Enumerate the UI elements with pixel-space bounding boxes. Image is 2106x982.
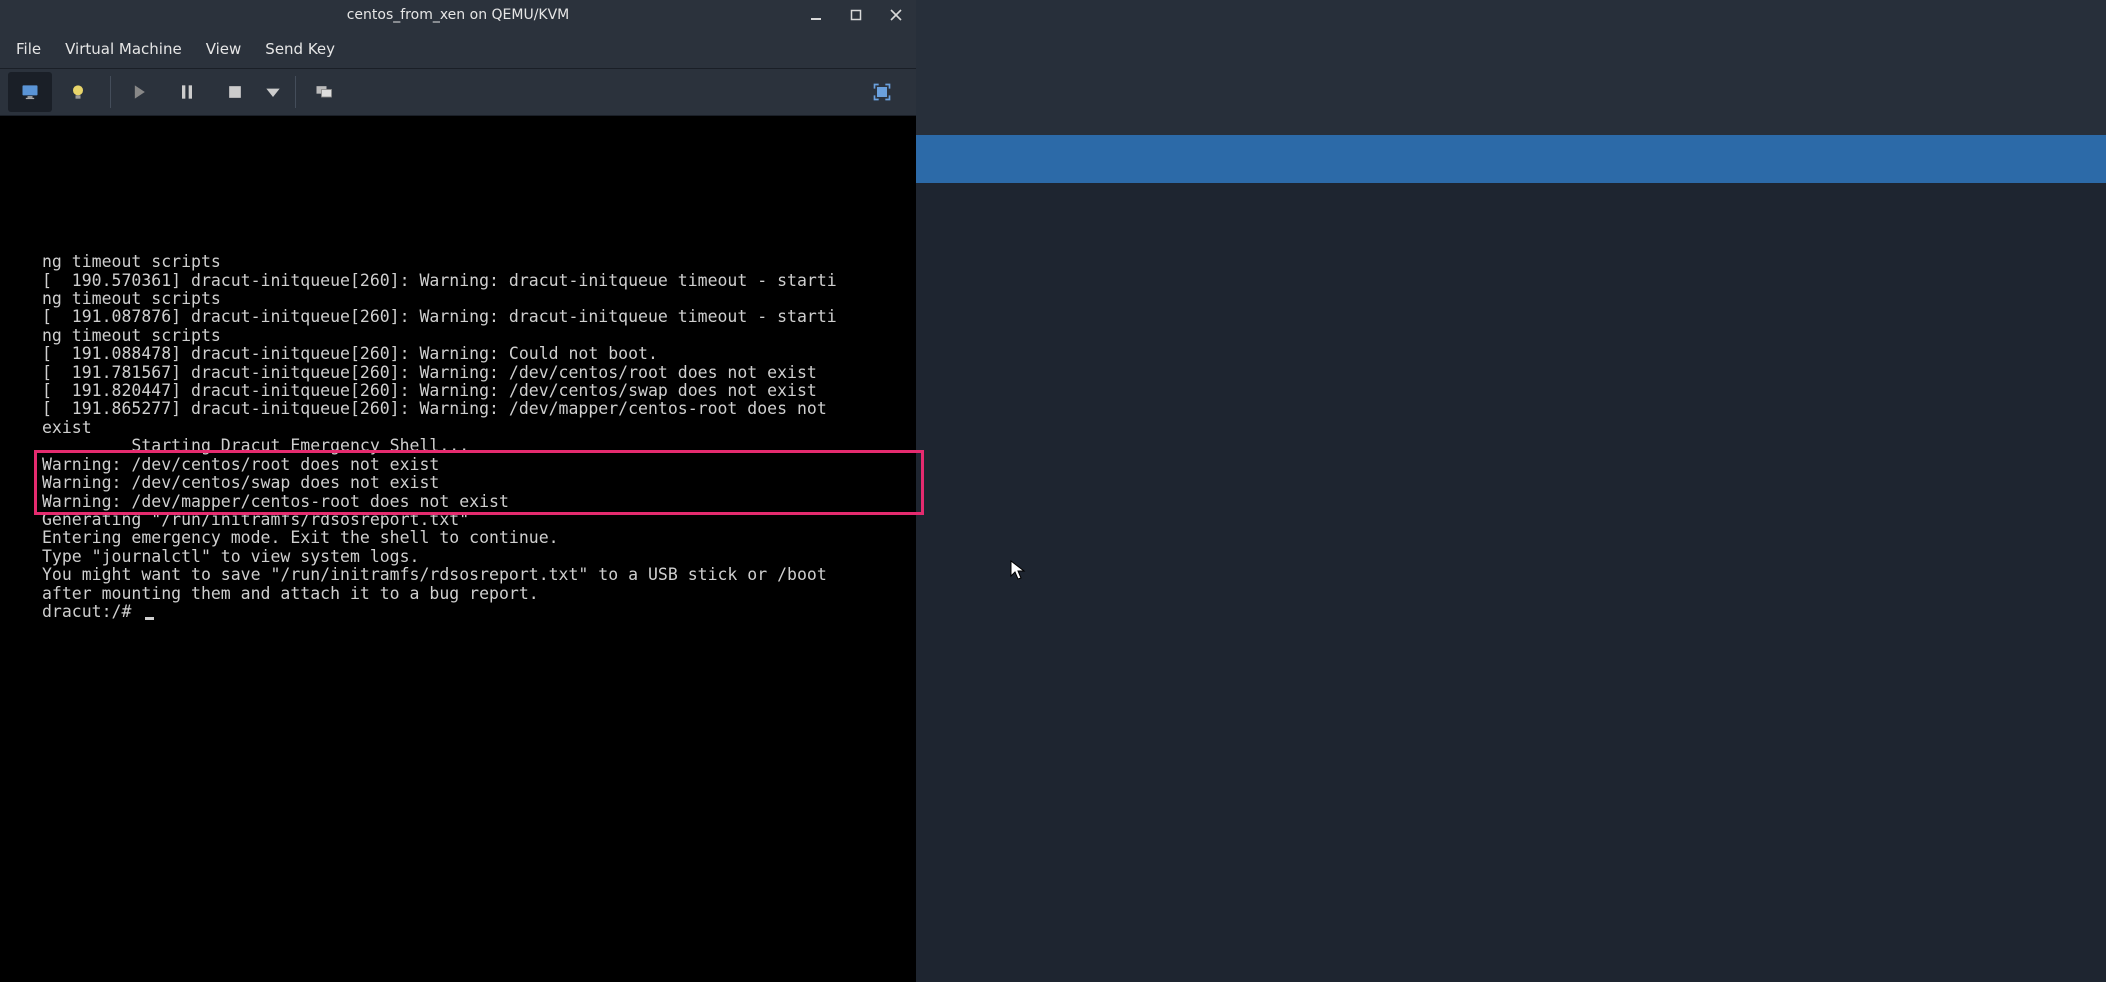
menu-virtual-machine[interactable]: Virtual Machine: [55, 34, 192, 64]
pause-icon: [177, 82, 197, 102]
console-line: [ 191.087876] dracut-initqueue[260]: War…: [42, 308, 916, 326]
fullscreen-icon: [872, 82, 892, 102]
monitor-icon: [20, 82, 40, 102]
console-line: exist: [42, 419, 916, 437]
console-line: [ 191.781567] dracut-initqueue[260]: War…: [42, 364, 916, 382]
fullscreen-button[interactable]: [860, 72, 904, 112]
console-line: Generating "/run/initramfs/rdsosreport.t…: [42, 511, 916, 529]
maximize-icon: [850, 9, 862, 21]
console-line: Entering emergency mode. Exit the shell …: [42, 529, 916, 547]
console-line: after mounting them and attach it to a b…: [42, 585, 916, 603]
console-line: [ 191.820447] dracut-initqueue[260]: War…: [42, 382, 916, 400]
background-panel-top: [915, 0, 2106, 135]
vm-window: centos_from_xen on QEMU/KVM File Virtual…: [0, 0, 916, 982]
console-prompt[interactable]: dracut:/#: [42, 603, 916, 621]
snapshots-button[interactable]: [302, 72, 346, 112]
play-icon: [129, 82, 149, 102]
stop-icon: [225, 82, 245, 102]
run-button[interactable]: [117, 72, 161, 112]
console-line: Warning: /dev/centos/root does not exist: [42, 456, 916, 474]
minimize-button[interactable]: [796, 0, 836, 30]
lightbulb-icon: [68, 82, 88, 102]
text-cursor: [145, 617, 154, 620]
pause-button[interactable]: [165, 72, 209, 112]
toolbar: [0, 68, 916, 116]
mouse-pointer-icon: [1010, 560, 1026, 582]
console-line: ng timeout scripts: [42, 327, 916, 345]
maximize-button[interactable]: [836, 0, 876, 30]
window-title: centos_from_xen on QEMU/KVM: [347, 7, 570, 23]
screens-icon: [314, 82, 334, 102]
console-line: ng timeout scripts: [42, 290, 916, 308]
toolbar-separator: [295, 76, 296, 108]
titlebar: centos_from_xen on QEMU/KVM: [0, 0, 916, 30]
details-view-button[interactable]: [56, 72, 100, 112]
menubar: File Virtual Machine View Send Key: [0, 30, 916, 68]
shutdown-button[interactable]: [213, 72, 257, 112]
close-icon: [890, 9, 902, 21]
menu-view[interactable]: View: [196, 34, 252, 64]
background-selection-bar: [915, 135, 2106, 183]
console-line: [ 190.570361] dracut-initqueue[260]: War…: [42, 272, 916, 290]
console-view-button[interactable]: [8, 72, 52, 112]
console-line: [ 191.865277] dracut-initqueue[260]: War…: [42, 400, 916, 418]
console-line: [ 191.088478] dracut-initqueue[260]: War…: [42, 345, 916, 363]
chevron-down-icon: [263, 82, 283, 102]
console-line: Warning: /dev/centos/swap does not exist: [42, 474, 916, 492]
vm-console[interactable]: ng timeout scripts[ 190.570361] dracut-i…: [0, 116, 916, 982]
close-button[interactable]: [876, 0, 916, 30]
console-line: Starting Dracut Emergency Shell...: [42, 437, 916, 455]
console-line: Type "journalctl" to view system logs.: [42, 548, 916, 566]
console-line: ng timeout scripts: [42, 253, 916, 271]
toolbar-separator: [110, 76, 111, 108]
shutdown-menu-button[interactable]: [261, 72, 285, 112]
console-line: You might want to save "/run/initramfs/r…: [42, 566, 916, 584]
window-controls: [796, 0, 916, 30]
minimize-icon: [810, 9, 822, 21]
menu-file[interactable]: File: [6, 34, 51, 64]
menu-send-key[interactable]: Send Key: [255, 34, 345, 64]
console-line: Warning: /dev/mapper/centos-root does no…: [42, 493, 916, 511]
